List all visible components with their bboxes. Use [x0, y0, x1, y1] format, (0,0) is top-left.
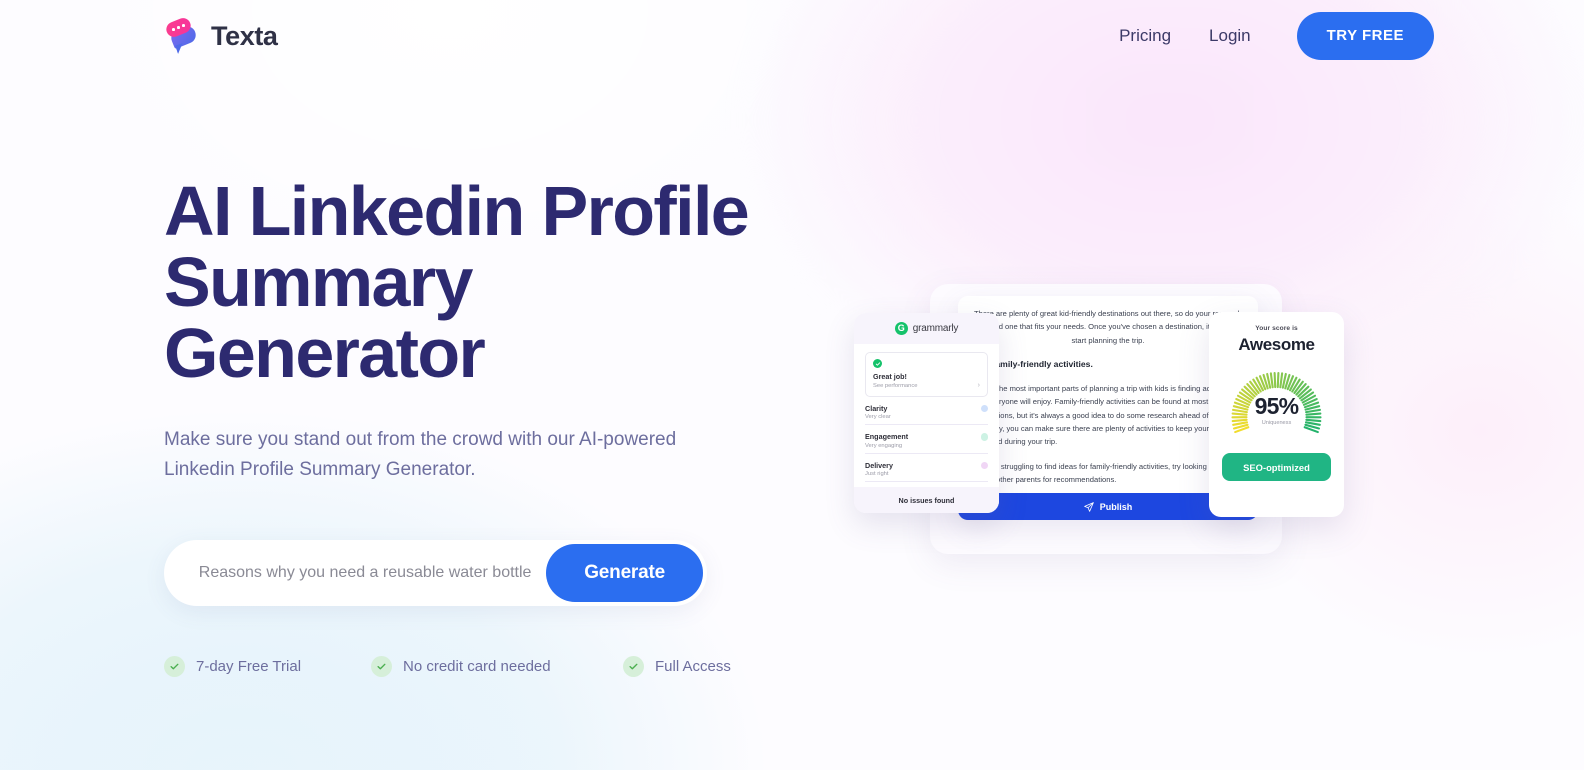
hero-section: AI Linkedin Profile Summary Generator Ma… — [164, 176, 844, 677]
prompt-search-bar: Generate — [164, 540, 707, 606]
metric-value: Very engaging — [865, 442, 903, 449]
grammarly-performance-tile[interactable]: Great job! See performance › — [865, 352, 988, 397]
hero-illustration: There are plenty of great kid-friendly d… — [845, 275, 1375, 565]
brand-logo-link[interactable]: Texta — [164, 15, 278, 56]
check-icon — [164, 656, 185, 677]
feature-label: 7-day Free Trial — [196, 658, 302, 675]
page-title: AI Linkedin Profile Summary Generator — [164, 176, 844, 389]
site-header: Texta Pricing Login TRY FREE — [0, 0, 1584, 72]
texta-logo-icon — [164, 15, 200, 56]
gauge-percent: 95% — [1254, 393, 1299, 419]
score-label: Your score is — [1255, 325, 1298, 332]
try-free-button[interactable]: TRY FREE — [1296, 12, 1434, 60]
nav-link-login[interactable]: Login — [1205, 20, 1255, 52]
brand-name: Texta — [211, 20, 278, 51]
generate-button[interactable]: Generate — [546, 544, 703, 602]
metric-status-dot — [980, 433, 988, 441]
page-title-line-3: Generator — [164, 314, 486, 392]
feature-item: Full Access — [623, 656, 731, 677]
metric-name: Engagement — [865, 432, 909, 441]
gauge-center-readout: 95% Uniqueness — [1222, 393, 1331, 427]
grammarly-card: G grammarly Great job! See performance ›… — [854, 313, 999, 513]
nav-link-pricing[interactable]: Pricing — [1115, 20, 1175, 52]
feature-label: No credit card needed — [403, 658, 551, 675]
grammarly-brand-label: grammarly — [912, 323, 959, 334]
hero-subtitle: Make sure you stand out from the crowd w… — [164, 429, 677, 480]
feature-item: 7-day Free Trial — [164, 656, 371, 677]
grammarly-tile-title: Great job! — [873, 372, 907, 381]
publish-label: Publish — [1099, 501, 1133, 512]
prompt-input[interactable] — [164, 564, 547, 582]
feature-list: 7-day Free Trial No credit card needed F… — [164, 656, 844, 677]
metric-value: Very clear — [865, 414, 891, 420]
grammarly-footer-status: No issues found — [854, 487, 999, 513]
document-heading: Plan family-friendly activities. — [972, 358, 1093, 369]
grammarly-metric-row: Clarity Very clear — [865, 403, 988, 425]
document-paragraph: There are plenty of great kid-friendly d… — [973, 309, 1243, 345]
feature-label: Full Access — [655, 658, 731, 675]
page-title-line-1: AI Linkedin Profile — [164, 172, 750, 250]
metric-name: Clarity — [865, 403, 888, 413]
grammarly-header: G grammarly — [854, 313, 999, 344]
chevron-right-icon: › — [977, 381, 980, 389]
feature-item: No credit card needed — [371, 656, 623, 677]
grammarly-g-icon: G — [894, 322, 908, 335]
score-title: Awesome — [1238, 335, 1315, 354]
metric-name: Delivery — [865, 460, 893, 470]
check-icon — [623, 656, 644, 677]
metric-value: Just right — [865, 471, 889, 477]
grammarly-body: Great job! See performance › Clarity Ver… — [854, 344, 999, 487]
seo-optimized-badge[interactable]: SEO-optimized — [1222, 453, 1331, 481]
score-card: Your score is Awesome 95% Uniqueness SEO… — [1209, 312, 1344, 517]
check-icon — [371, 656, 392, 677]
grammarly-metric-row: Engagement Very engaging — [865, 432, 988, 454]
check-circle-icon — [873, 359, 882, 368]
metric-status-dot — [980, 461, 988, 469]
page-title-line-2: Summary — [164, 243, 473, 321]
score-gauge: 95% Uniqueness — [1222, 362, 1331, 444]
gauge-caption: Uniqueness — [1261, 420, 1292, 426]
metric-status-dot — [980, 404, 988, 412]
grammarly-tile-subtitle: See performance — [873, 382, 918, 389]
main-nav: Pricing Login TRY FREE — [1115, 12, 1434, 60]
paper-plane-icon — [1083, 501, 1094, 512]
document-paragraph: If you're struggling to find ideas for f… — [972, 461, 1239, 484]
document-paragraph: One of the most important parts of plann… — [972, 384, 1232, 447]
grammarly-metric-row: Delivery Just right — [865, 460, 988, 482]
